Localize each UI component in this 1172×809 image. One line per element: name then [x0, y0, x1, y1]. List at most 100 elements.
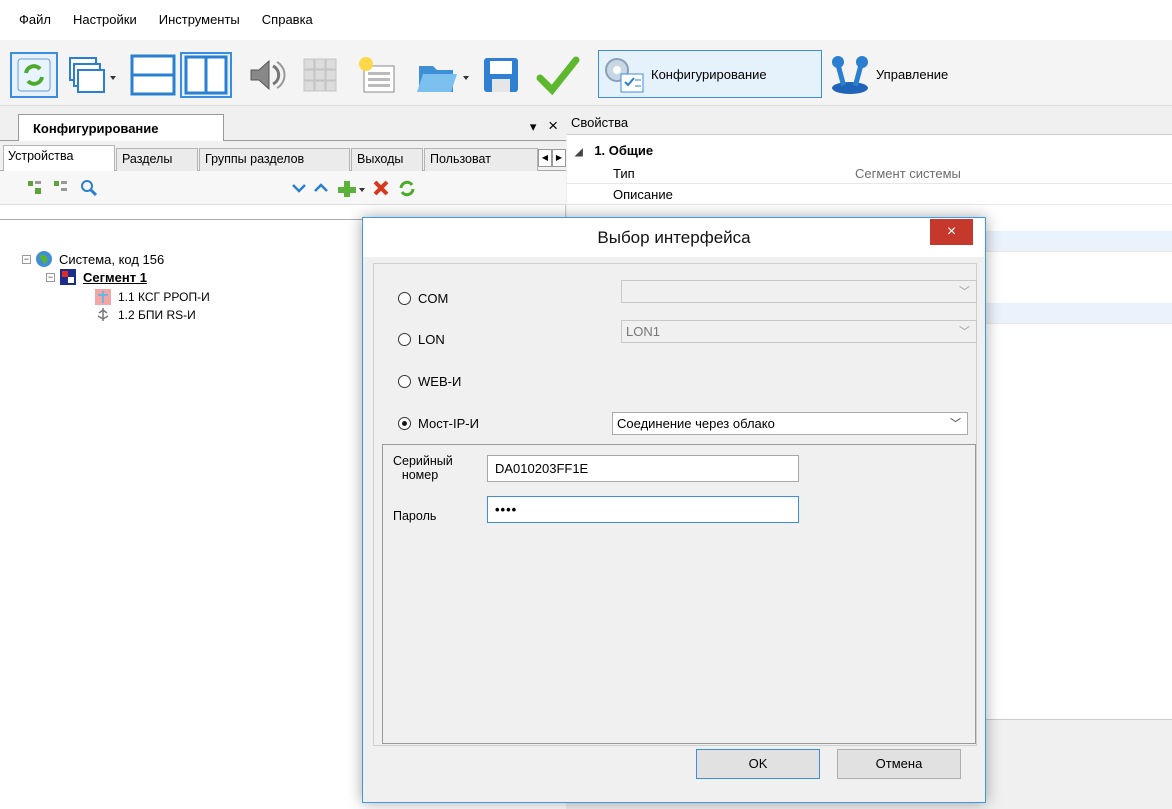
sound-button[interactable] [240, 52, 290, 98]
refresh-button[interactable] [10, 52, 58, 98]
dialog-close-icon[interactable]: × [930, 219, 973, 245]
interface-select-dialog: Выбор интерфейса × COM ﹀ LON LON1 ﹀ WEB-… [362, 217, 986, 803]
refresh-tree-icon[interactable] [398, 179, 416, 197]
collapse-all-icon[interactable] [52, 179, 70, 197]
configuration-mode-button[interactable]: Конфигурирование [598, 50, 822, 98]
serial-label-line1: Серийный [393, 454, 453, 468]
segment-icon [60, 269, 76, 285]
connection-type-value: Соединение через облако [617, 416, 775, 431]
properties-section[interactable]: ◢ 1. Общие [575, 143, 653, 158]
option-com[interactable]: COM [398, 291, 448, 306]
management-mode-label: Управление [876, 66, 949, 82]
tab-users[interactable]: Пользоват [424, 148, 538, 171]
menu-bar: Файл Настройки Инструменты Справка [0, 0, 1172, 40]
management-mode-button[interactable]: Управление [826, 50, 996, 98]
panel-menu-icon[interactable]: ▾ [530, 119, 537, 134]
tree-row-segment[interactable]: − Сегмент 1 [46, 268, 147, 286]
split-horizontal-button[interactable] [128, 52, 178, 98]
dialog-title: Выбор интерфейса [363, 218, 985, 257]
globe-icon [36, 251, 52, 267]
move-down-icon[interactable] [290, 179, 308, 197]
option-web[interactable]: WEB-И [398, 374, 461, 389]
tab-scroll-left-icon[interactable]: ◀ [538, 149, 552, 167]
configuration-mode-label: Конфигурирование [651, 66, 767, 82]
panel-close-icon[interactable]: × [548, 116, 558, 135]
tree-row-system[interactable]: − Система, код 156 [22, 250, 164, 268]
serial-number-input[interactable]: DA010203FF1E [487, 455, 799, 482]
tab-scroll-right-icon[interactable]: ▶ [552, 149, 566, 167]
open-button[interactable] [412, 52, 474, 98]
radio-bridge-ip[interactable] [398, 417, 411, 430]
grid-button[interactable] [296, 52, 344, 98]
com-port-select: ﹀ [621, 280, 977, 303]
tab-section-groups[interactable]: Группы разделов [199, 148, 350, 171]
new-button[interactable] [350, 52, 406, 98]
tab-outputs[interactable]: Выходы [351, 148, 423, 171]
add-device-icon[interactable] [338, 179, 366, 197]
panel-controls: ▾ × [530, 116, 558, 136]
split-vertical-icon [184, 55, 228, 95]
new-document-icon [359, 57, 395, 93]
property-key-description: Описание [613, 187, 673, 202]
section-collapse-icon[interactable]: ◢ [575, 147, 583, 158]
tab-configuration[interactable]: Конфигурирование [18, 114, 224, 142]
save-button[interactable] [478, 52, 524, 98]
tree-toolbar [0, 171, 566, 205]
property-key-type: Тип [613, 166, 635, 181]
option-web-label: WEB-И [418, 374, 462, 389]
move-up-icon[interactable] [312, 179, 330, 197]
refresh-icon [17, 58, 51, 92]
option-bridge-ip[interactable]: Мост-IP-И [398, 416, 479, 431]
option-lon[interactable]: LON [398, 332, 445, 347]
serial-number-label: Серийный номер [393, 454, 453, 482]
tab-sections[interactable]: Разделы [116, 148, 198, 171]
password-input[interactable]: •••• [487, 496, 799, 523]
search-icon[interactable] [80, 179, 98, 197]
connection-type-select[interactable]: Соединение через облако ﹀ [612, 412, 968, 435]
chevron-down-icon: ﹀ [959, 326, 970, 338]
option-bridge-ip-label: Мост-IP-И [418, 416, 479, 431]
split-vertical-button[interactable] [180, 52, 232, 98]
tree-label-device-2: 1.2 БПИ RS-И [118, 308, 196, 322]
option-com-label: COM [418, 291, 449, 306]
device-ksg-icon [95, 289, 111, 305]
chevron-down-icon: ﹀ [959, 286, 970, 298]
windows-button[interactable] [64, 52, 124, 98]
property-value-type: Сегмент системы [855, 166, 961, 181]
radio-com[interactable] [398, 292, 411, 305]
usb-icon [97, 308, 109, 321]
checkmark-icon [536, 56, 580, 96]
property-row-description[interactable]: Описание [567, 184, 1172, 205]
property-row-type[interactable]: Тип Сегмент системы [567, 163, 1172, 184]
delete-device-icon[interactable] [372, 179, 390, 197]
grid-icon [303, 58, 337, 92]
tree-label-system: Система, код 156 [59, 251, 165, 267]
menu-tools[interactable]: Инструменты [148, 10, 251, 30]
collapse-segment-icon[interactable]: − [46, 272, 55, 282]
main-toolbar: Конфигурирование Управление [0, 40, 1172, 106]
section-title: 1. Общие [594, 143, 654, 158]
password-label: Пароль [393, 509, 437, 523]
cancel-button[interactable]: Отмена [837, 749, 961, 779]
split-horizontal-icon [130, 54, 176, 96]
menu-file[interactable]: Файл [8, 10, 62, 30]
radio-web[interactable] [398, 375, 411, 388]
collapse-system-icon[interactable]: − [22, 254, 31, 264]
tree-label-device-1: 1.1 КСГ РРОП-И [118, 290, 210, 304]
serial-label-line2: номер [401, 468, 439, 482]
option-lon-label: LON [418, 332, 445, 347]
apply-button[interactable] [528, 52, 588, 98]
tree-row-device-1[interactable]: 1.1 КСГ РРОП-И [94, 288, 210, 306]
menu-settings[interactable]: Настройки [62, 10, 148, 30]
tree-label-segment: Сегмент 1 [83, 269, 147, 285]
lon-value: LON1 [626, 324, 660, 339]
menu-help[interactable]: Справка [251, 10, 324, 30]
folder-open-icon [417, 66, 469, 92]
tree-row-device-2[interactable]: 1.2 БПИ RS-И [94, 306, 196, 324]
expand-all-icon[interactable] [26, 179, 44, 197]
panel-tab-strip: Конфигурирование ▾ × [0, 107, 566, 142]
tab-devices[interactable]: Устройства [3, 145, 115, 172]
ok-button[interactable]: OK [696, 749, 820, 779]
radio-lon[interactable] [398, 333, 411, 346]
properties-header: Свойства [567, 107, 1172, 135]
